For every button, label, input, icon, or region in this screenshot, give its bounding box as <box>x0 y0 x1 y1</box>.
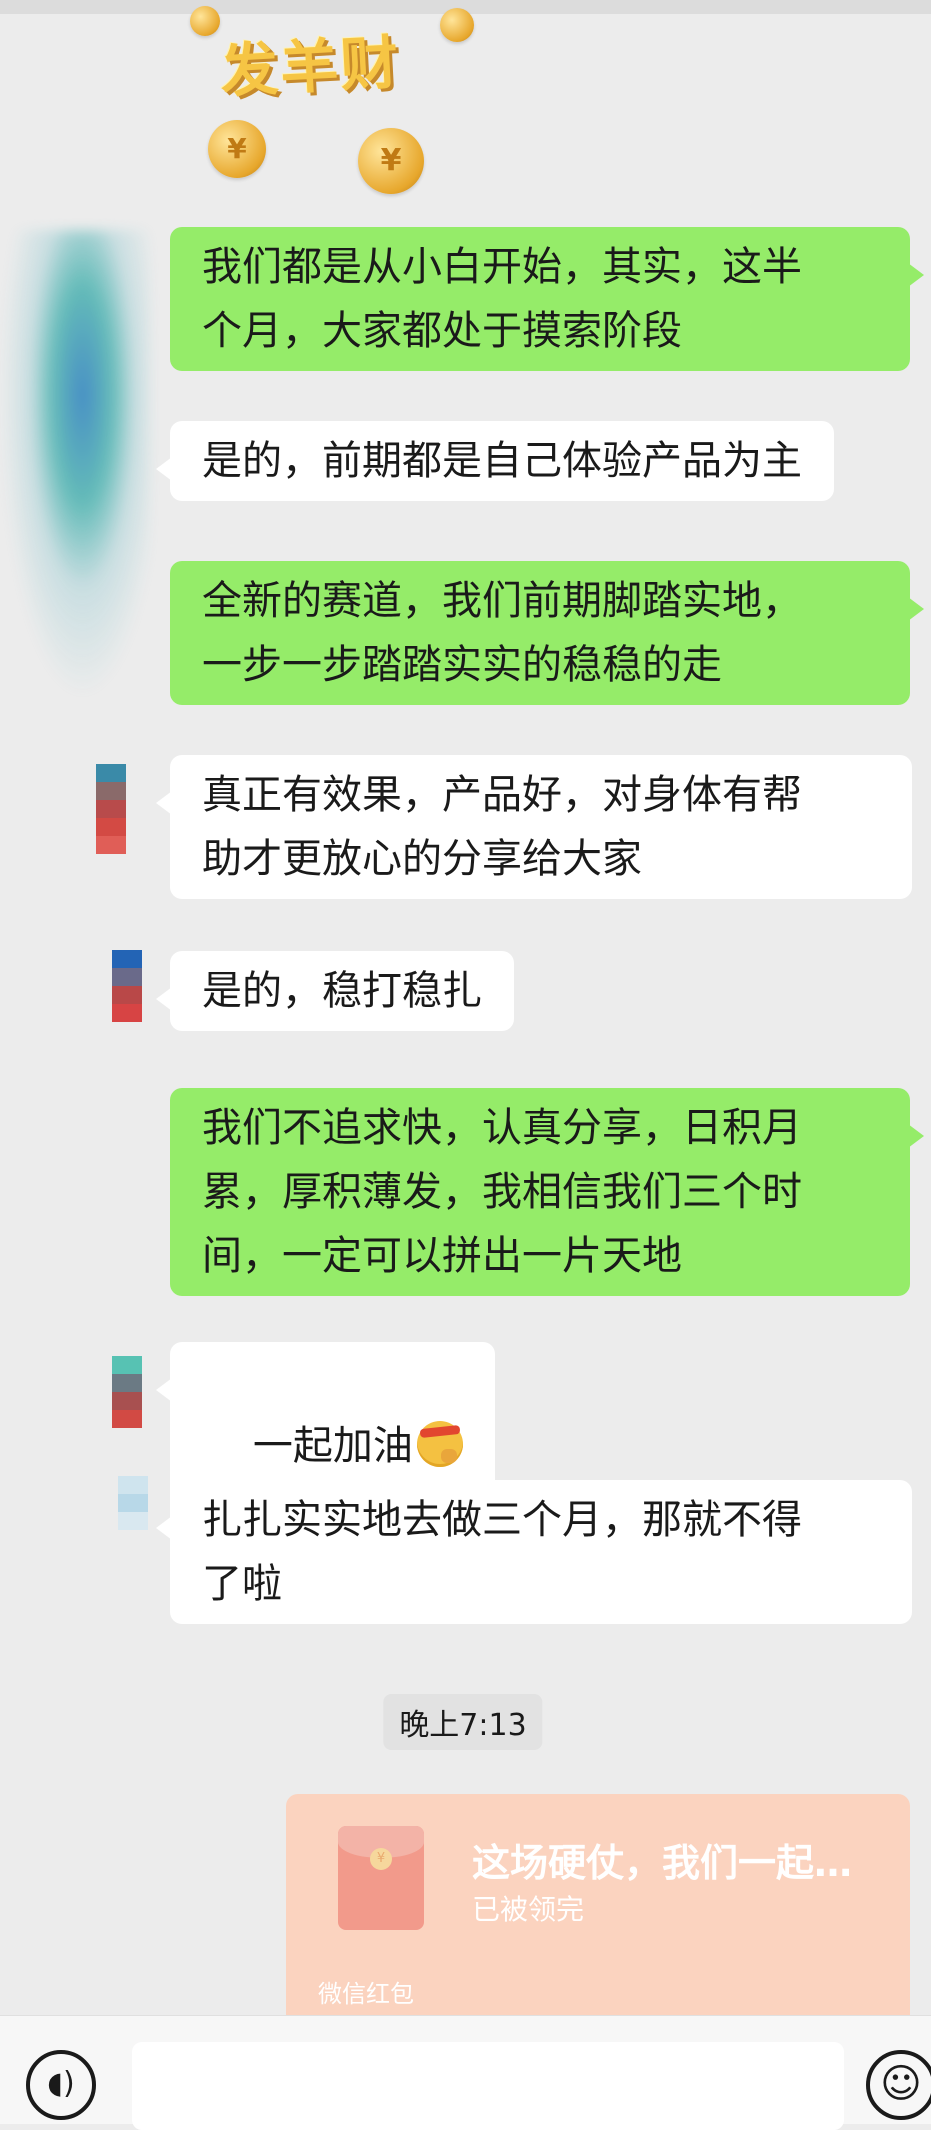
fortune-sticker[interactable]: 发羊财 ¥ ¥ <box>190 0 474 200</box>
red-packet-icon: ¥ <box>338 1826 424 1930</box>
coin-icon: ¥ <box>358 128 424 194</box>
avatar-blurred[interactable] <box>96 764 126 854</box>
message-bubble-sent[interactable]: 我们不追求快，认真分享，日积月 累，厚积薄发，我相信我们三个时 间，一定可以拼出… <box>170 1088 924 1296</box>
message-input[interactable] <box>132 2042 844 2130</box>
avatar-blurred[interactable] <box>118 1476 148 1530</box>
avatar-blurred[interactable] <box>112 1356 142 1428</box>
message-text: 一起加油 <box>252 1423 413 1469</box>
coin-icon: ¥ <box>208 120 266 178</box>
red-packet-status: 已被领完 <box>472 1893 585 1926</box>
message-bubble-sent[interactable]: 全新的赛道，我们前期脚踏实地， 一步一步踏踏实实的稳稳的走 <box>170 561 924 705</box>
message-bubble-received[interactable]: 真正有效果，产品好，对身体有帮 助才更放心的分享给大家 <box>156 755 912 899</box>
message-timestamp: 晚上7:13 <box>383 1694 543 1750</box>
sticker-text: 发羊财 <box>218 28 402 106</box>
red-packet-seal: ¥ <box>370 1848 392 1870</box>
coin-icon <box>440 8 474 42</box>
red-packet-title: 这场硬仗，我们一起… <box>472 1841 853 1885</box>
coin-icon <box>190 6 220 36</box>
avatar-blurred[interactable] <box>112 950 142 1022</box>
message-bubble-sent[interactable]: 我们都是从小白开始，其实，这半 个月，大家都处于摸索阶段 <box>170 227 924 371</box>
message-bubble-received[interactable]: 扎扎实实地去做三个月，那就不得 了啦 <box>156 1480 912 1624</box>
chat-area[interactable]: 发羊财 ¥ ¥ 我们都是从小白开始，其实，这半 个月，大家都处于摸索阶段 是的，… <box>0 0 931 2015</box>
red-packet-message[interactable]: ¥ 这场硬仗，我们一起… 已被领完 微信红包 <box>286 1794 910 2015</box>
message-bubble-received[interactable]: 是的，前期都是自己体验产品为主 <box>156 421 834 501</box>
voice-icon[interactable]: ◖) <box>26 2050 96 2120</box>
red-packet-label: 微信红包 <box>318 1980 414 2008</box>
chat-input-bar: ◖) ☺ <box>0 2015 931 2130</box>
message-bubble-received[interactable]: 是的，稳打稳扎 <box>156 951 514 1031</box>
salute-emoji-icon <box>416 1421 463 1467</box>
avatar-blurred[interactable] <box>0 230 150 700</box>
emoji-icon[interactable]: ☺ <box>866 2050 931 2120</box>
